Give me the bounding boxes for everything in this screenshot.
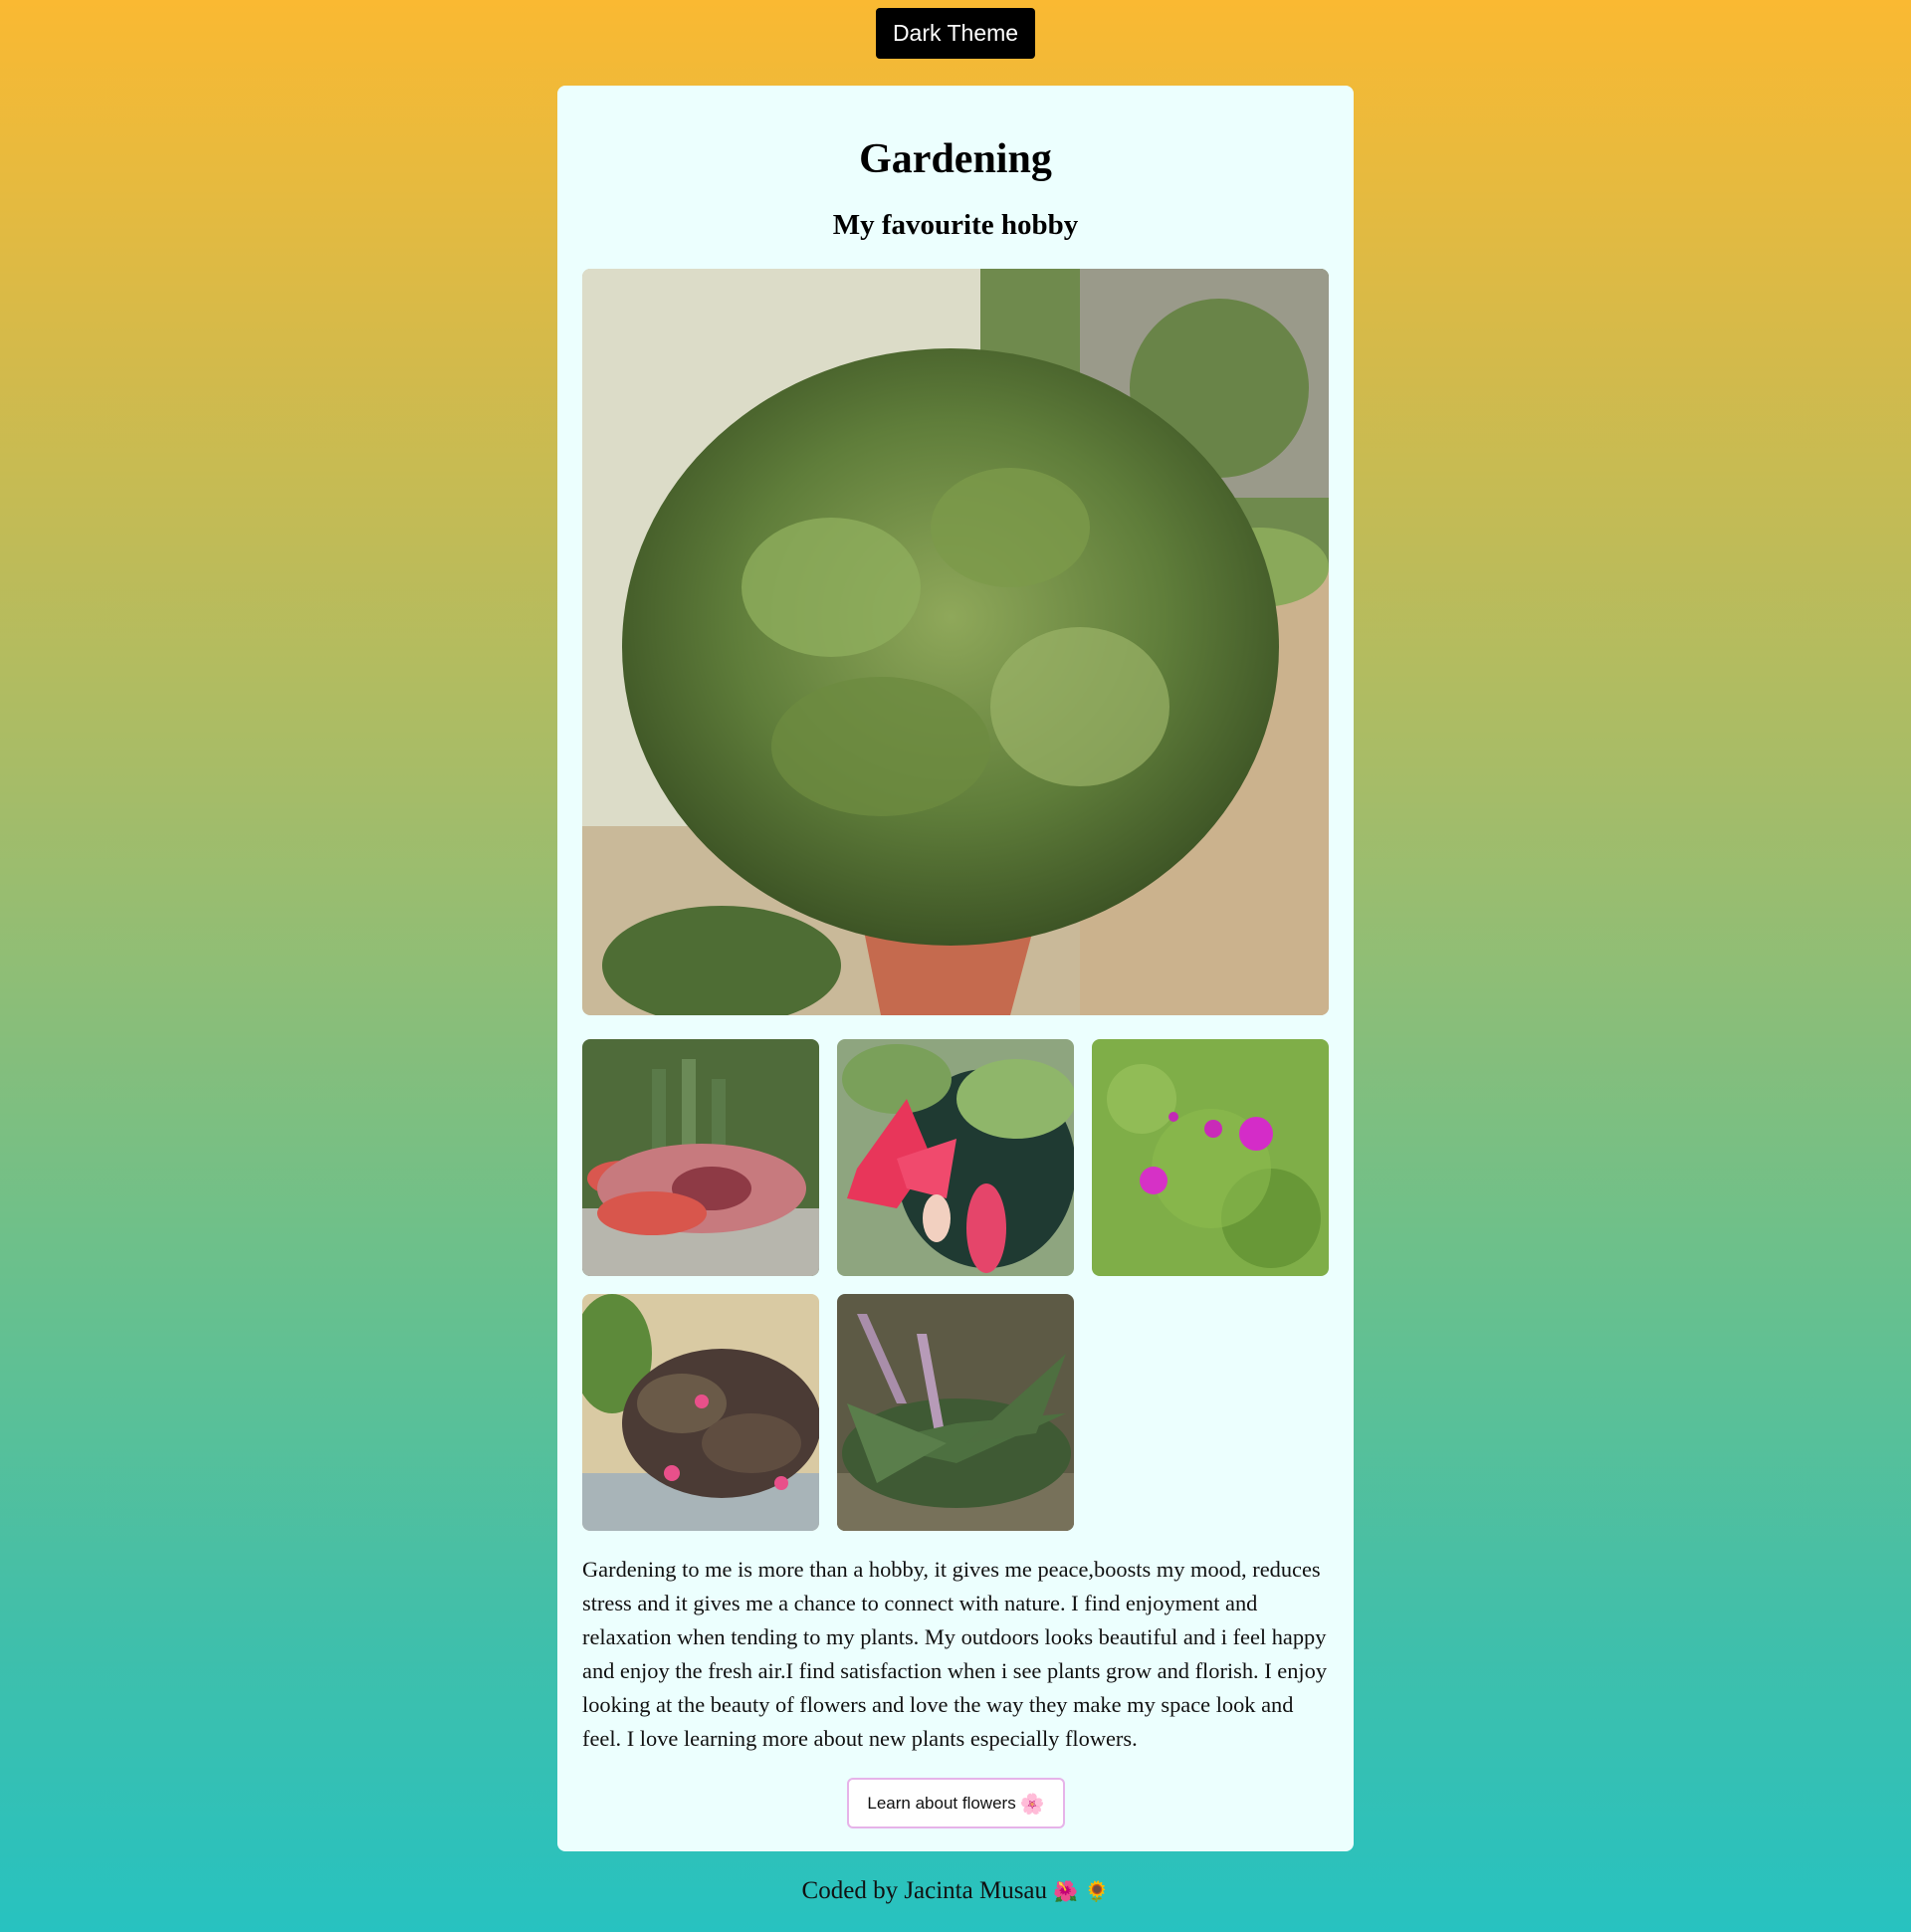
page-title: Gardening	[859, 136, 1052, 182]
purslane-flowers-photo	[1092, 1039, 1329, 1276]
dark-theme-toggle-button[interactable]: Dark Theme	[876, 8, 1035, 59]
footer-credit: Coded by Jacinta Musau 🌺 🌻	[0, 1877, 1911, 1905]
flower-icons: 🌺 🌻	[1053, 1879, 1110, 1903]
footer-credit-text: Coded by Jacinta Musau	[801, 1877, 1048, 1904]
hobby-description: Gardening to me is more than a hobby, it…	[582, 1557, 1328, 1751]
learn-about-flowers-button[interactable]: Learn about flowers 🌸	[847, 1778, 1065, 1828]
christmas-cactus-photo	[837, 1039, 1074, 1276]
page-subtitle: My favourite hobby	[832, 209, 1079, 241]
learn-button-label: Learn about flowers	[867, 1793, 1016, 1813]
gardening-card: Gardening My favourite hobby Gardening t…	[557, 86, 1354, 1851]
jade-plant-photo	[582, 269, 1329, 1015]
starfish-flower-photo	[582, 1039, 819, 1276]
liriope-plant-photo	[837, 1294, 1074, 1531]
episcia-plant-photo	[582, 1294, 819, 1531]
blossom-icon: 🌸	[1019, 1791, 1045, 1816]
